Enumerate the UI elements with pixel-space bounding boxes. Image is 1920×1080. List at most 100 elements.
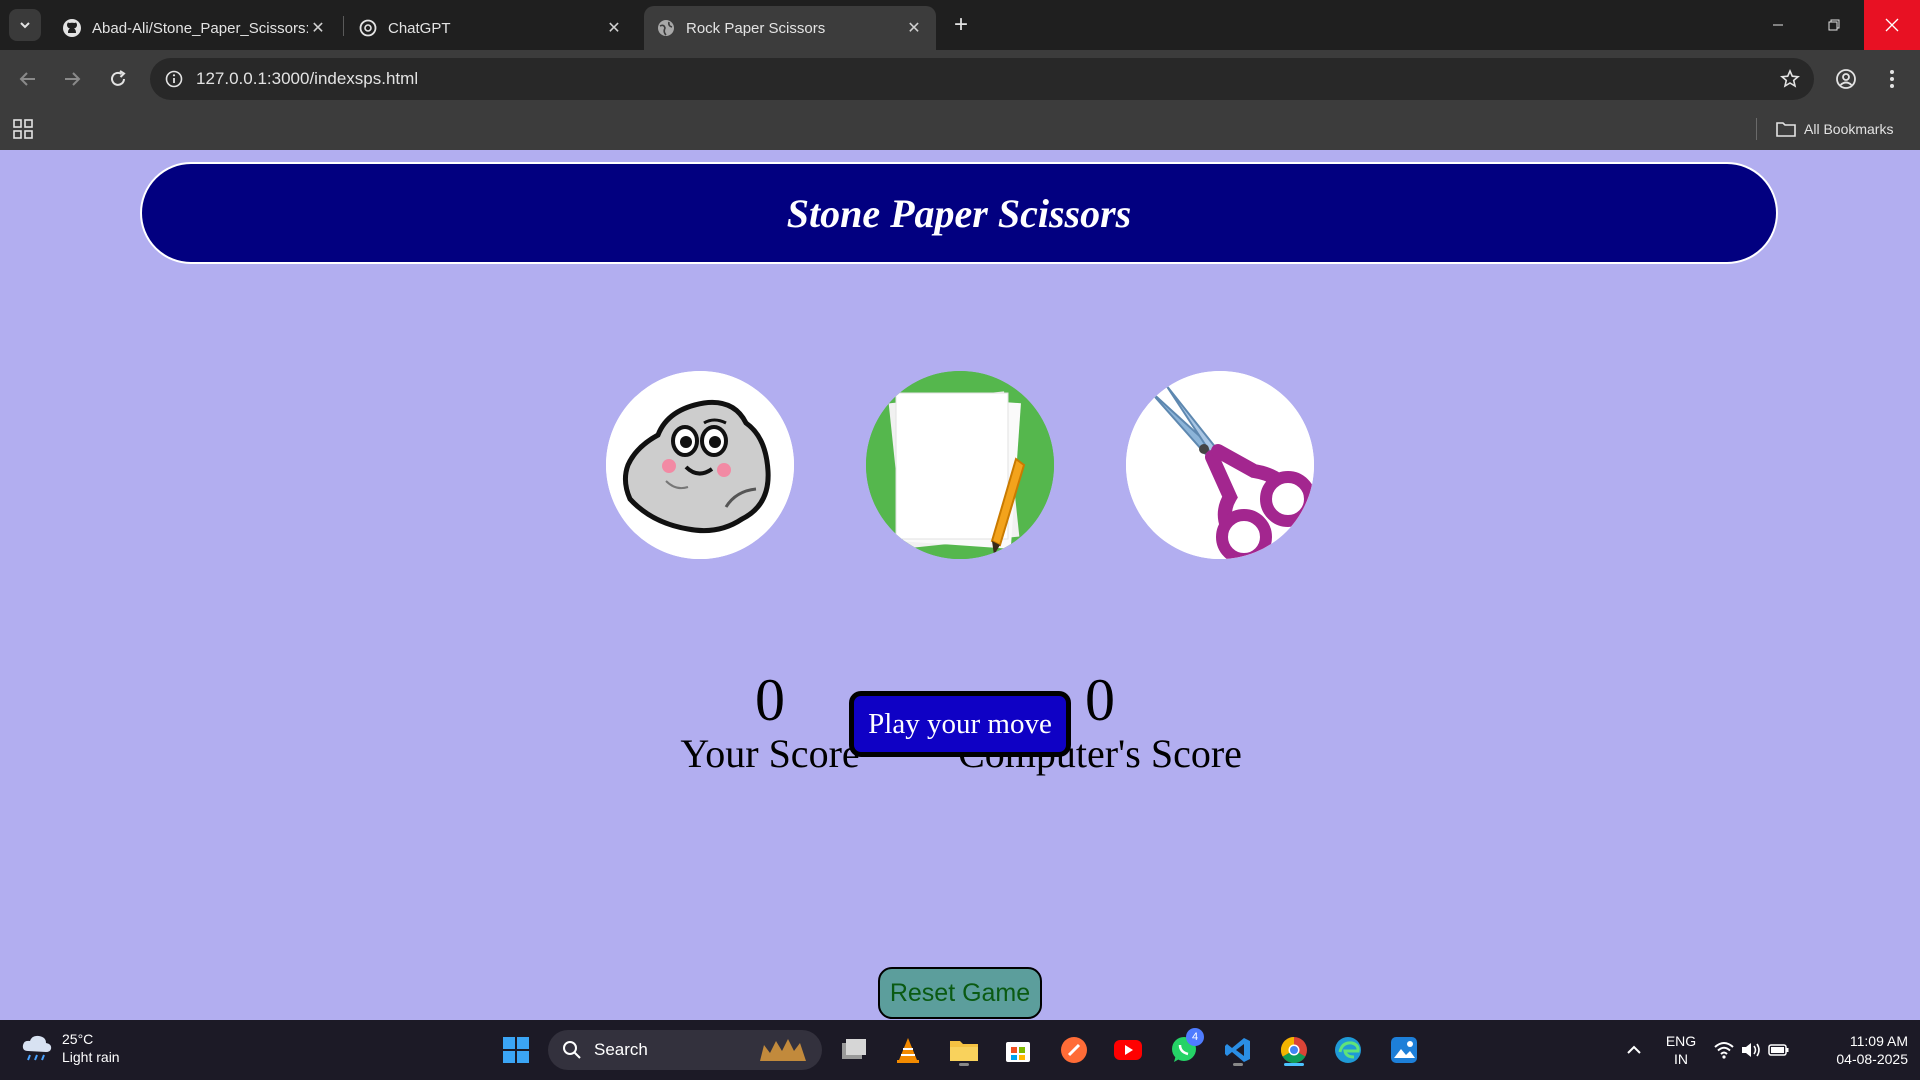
running-indicator <box>1233 1063 1243 1066</box>
postman-icon <box>1061 1037 1087 1063</box>
game-page: Stone Paper Scissors 0 Your Score 0 Comp… <box>0 150 1920 1020</box>
photos-icon <box>1391 1037 1417 1063</box>
globe-icon <box>656 18 676 38</box>
address-bar[interactable]: 127.0.0.1:3000/indexsps.html <box>150 58 1814 100</box>
page-title: Stone Paper Scissors <box>786 190 1132 236</box>
bookmark-star-icon[interactable] <box>1778 67 1802 91</box>
weather-temp: 25°C <box>62 1031 94 1047</box>
youtube-icon <box>1114 1040 1142 1060</box>
vscode-taskbar-button[interactable] <box>1222 1034 1254 1066</box>
minimize-button[interactable] <box>1750 0 1806 50</box>
apps-grid-icon[interactable] <box>12 118 34 140</box>
tab-divider <box>343 16 344 36</box>
vscode-icon <box>1225 1038 1250 1062</box>
more-vertical-icon <box>1890 70 1894 88</box>
vlc-cone-icon <box>897 1038 919 1063</box>
search-icon <box>563 1041 581 1059</box>
tab-github[interactable]: Abad-Ali/Stone_Paper_Scissors: ✕ <box>50 6 340 50</box>
bookmarks-bar: All Bookmarks <box>0 108 1920 150</box>
bookmarks-divider <box>1756 118 1757 140</box>
browser-menu-button[interactable] <box>1876 63 1908 95</box>
site-info-icon[interactable] <box>162 67 186 91</box>
volume-icon <box>1742 1043 1760 1057</box>
profile-button[interactable] <box>1830 63 1862 95</box>
chevron-up-icon <box>1627 1045 1641 1054</box>
rock-choice[interactable] <box>606 371 794 559</box>
language-indicator[interactable]: ENG IN <box>1660 1032 1702 1068</box>
file-explorer-button[interactable] <box>948 1034 980 1066</box>
windows-logo-icon <box>503 1037 529 1063</box>
tab-label: Rock Paper Scissors <box>686 19 826 37</box>
search-label: Search <box>594 1040 648 1059</box>
rock-icon <box>606 371 794 559</box>
github-icon <box>62 18 82 38</box>
edge-taskbar-button[interactable] <box>1332 1034 1364 1066</box>
close-tab-icon[interactable]: ✕ <box>308 18 328 38</box>
close-tab-icon[interactable]: ✕ <box>604 18 624 38</box>
tab-rock-paper-scissors[interactable]: Rock Paper Scissors ✕ <box>644 6 936 50</box>
tab-search-button[interactable] <box>9 9 41 41</box>
restore-button[interactable] <box>1806 0 1862 50</box>
reset-game-button[interactable]: Reset Game <box>878 967 1042 1019</box>
paper-choice[interactable] <box>866 371 1054 559</box>
chrome-icon <box>1280 1036 1307 1064</box>
clock[interactable]: 11:09 AM 04-08-2025 <box>1808 1032 1908 1068</box>
task-view-button[interactable] <box>838 1034 870 1066</box>
back-button[interactable] <box>12 63 44 95</box>
reload-button[interactable] <box>102 63 134 95</box>
scissors-icon <box>1126 371 1314 559</box>
running-indicator <box>959 1063 969 1066</box>
windows-taskbar: 25°C Light rain Search 4 ENG IN 11:09 AM… <box>0 1020 1920 1080</box>
language-top: ENG <box>1665 1033 1697 1049</box>
browser-tab-strip: Abad-Ali/Stone_Paper_Scissors: ✕ ChatGPT… <box>0 0 1920 50</box>
wifi-icon <box>1714 1042 1734 1059</box>
scissors-choice[interactable] <box>1126 371 1314 559</box>
all-bookmarks-button[interactable]: All Bookmarks <box>1776 108 1893 150</box>
chevron-down-icon <box>20 22 30 29</box>
arrow-right-icon <box>65 72 81 86</box>
new-tab-button[interactable]: + <box>948 11 974 38</box>
whatsapp-taskbar-button[interactable]: 4 <box>1168 1028 1204 1066</box>
browser-toolbar: 127.0.0.1:3000/indexsps.html <box>0 50 1920 108</box>
show-hidden-icons-button[interactable] <box>1618 1034 1650 1066</box>
vlc-taskbar-button[interactable] <box>892 1034 924 1066</box>
photos-taskbar-button[interactable] <box>1388 1034 1420 1066</box>
start-button[interactable] <box>500 1034 532 1066</box>
running-indicator <box>1284 1063 1304 1066</box>
weather-widget[interactable]: 25°C Light rain <box>20 1030 120 1066</box>
task-view-icon <box>842 1039 866 1059</box>
folder-icon <box>950 1041 978 1061</box>
tab-label: ChatGPT <box>388 19 451 37</box>
forward-button[interactable] <box>56 63 88 95</box>
paper-icon <box>866 371 1054 559</box>
reload-icon <box>111 70 126 86</box>
battery-icon <box>1768 1044 1789 1056</box>
language-bottom: IN <box>1674 1051 1688 1067</box>
title-banner: Stone Paper Scissors <box>140 162 1778 264</box>
chrome-taskbar-button[interactable] <box>1278 1034 1310 1066</box>
microsoft-store-button[interactable] <box>1002 1034 1034 1066</box>
play-move-button[interactable]: Play your move <box>849 691 1071 757</box>
arrow-left-icon <box>19 72 35 86</box>
clock-date: 04-08-2025 <box>1836 1051 1908 1067</box>
taskbar-search[interactable]: Search <box>548 1030 822 1070</box>
url-text: 127.0.0.1:3000/indexsps.html <box>196 69 419 88</box>
search-highlight-icon <box>760 1039 806 1061</box>
youtube-taskbar-button[interactable] <box>1112 1034 1144 1066</box>
profile-icon <box>1836 69 1856 89</box>
rain-cloud-icon <box>22 1035 52 1061</box>
clock-time: 11:09 AM <box>1849 1033 1908 1049</box>
chatgpt-icon <box>358 18 378 38</box>
tab-label: Abad-Ali/Stone_Paper_Scissors: <box>92 19 308 37</box>
close-tab-icon[interactable]: ✕ <box>904 18 924 38</box>
restore-icon <box>1828 19 1840 31</box>
folder-icon <box>1776 122 1796 137</box>
all-bookmarks-label: All Bookmarks <box>1804 121 1894 137</box>
system-tray-status[interactable] <box>1712 1034 1792 1066</box>
store-icon <box>1006 1042 1030 1062</box>
tab-chatgpt[interactable]: ChatGPT ✕ <box>346 6 636 50</box>
whatsapp-badge: 4 <box>1186 1028 1204 1046</box>
edge-icon <box>1335 1037 1361 1063</box>
postman-taskbar-button[interactable] <box>1058 1034 1090 1066</box>
close-window-button[interactable] <box>1864 0 1920 50</box>
